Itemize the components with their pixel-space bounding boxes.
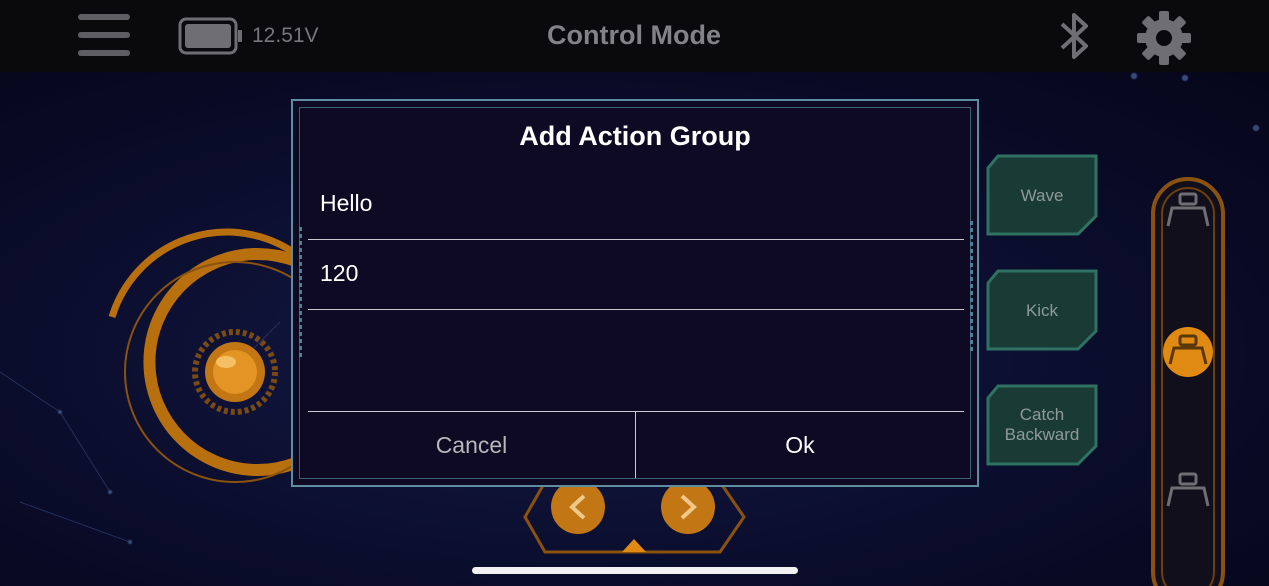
bluetooth-icon[interactable] — [1056, 10, 1094, 62]
cancel-button[interactable]: Cancel — [308, 412, 635, 478]
action-name-value: Hello — [320, 190, 373, 216]
top-bar: 12.51V Control Mode — [0, 0, 1269, 72]
action-button-kick[interactable]: Kick — [984, 267, 1100, 353]
action-button-catch-backward[interactable]: Catch Backward — [984, 382, 1100, 468]
ok-button[interactable]: Ok — [636, 412, 964, 478]
action-number-value: 120 — [320, 260, 359, 286]
action-button-wave[interactable]: Wave — [984, 152, 1100, 238]
action-number-field[interactable]: 120 — [308, 240, 964, 310]
action-description-field[interactable] — [308, 311, 964, 411]
action-label: Kick — [1025, 301, 1059, 320]
battery-icon — [178, 17, 242, 55]
robot-mode-2-icon[interactable] — [1162, 326, 1214, 378]
mode-rail — [1150, 176, 1226, 586]
add-action-group-dialog: Add Action Group Hello 120 Cancel Ok — [291, 99, 979, 487]
field-divider — [308, 309, 964, 310]
scroll-indicator-right — [970, 221, 973, 351]
dialog-title: Add Action Group — [519, 121, 751, 151]
action-label: Wave — [1020, 186, 1064, 205]
action-name-field[interactable]: Hello — [308, 170, 964, 240]
gear-icon[interactable] — [1136, 10, 1192, 66]
hamburger-menu-icon[interactable] — [78, 14, 130, 56]
page-title: Control Mode — [547, 20, 721, 50]
direction-pad[interactable] — [523, 480, 746, 554]
robot-mode-3-icon[interactable] — [1162, 466, 1214, 518]
battery-voltage: 12.51V — [252, 24, 319, 47]
home-indicator[interactable] — [472, 567, 798, 574]
scroll-indicator-left — [299, 227, 302, 357]
action-label: Catch Backward — [1004, 405, 1080, 444]
robot-mode-1-icon[interactable] — [1162, 186, 1214, 238]
